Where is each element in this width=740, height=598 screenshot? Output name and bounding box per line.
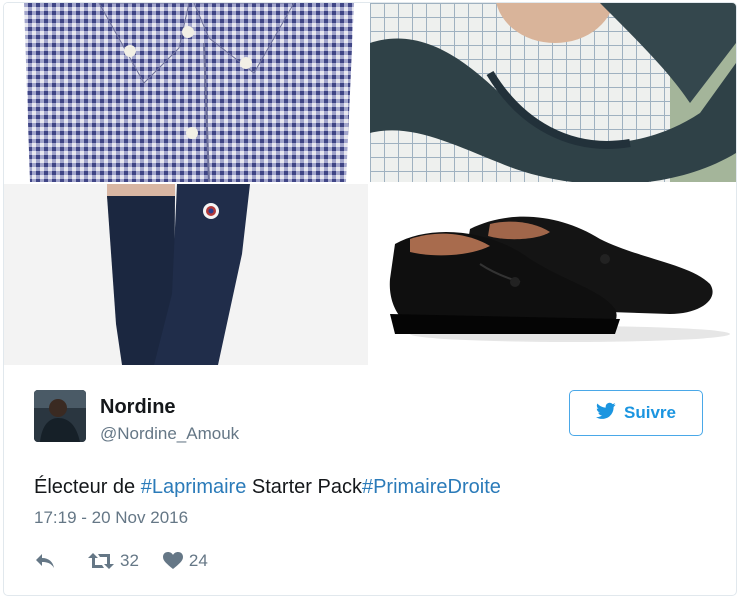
user-display-name[interactable]: Nordine — [100, 396, 176, 419]
hashtag-laprimaire[interactable]: #Laprimaire — [141, 476, 247, 498]
tweet-actions: 32 24 — [34, 549, 208, 573]
tweet-text-part: Électeur de — [34, 476, 141, 498]
media-photo-sweater[interactable] — [370, 3, 736, 182]
media-photo-shirt[interactable] — [4, 3, 368, 182]
user-handle[interactable]: @Nordine_Amouk — [100, 424, 239, 444]
twitter-bird-icon — [596, 402, 616, 425]
media-photo-socks[interactable] — [4, 184, 368, 365]
heart-icon — [162, 552, 183, 570]
follow-button[interactable]: Suivre — [569, 390, 703, 436]
tweet-text: Électeur de #Laprimaire Starter Pack#Pri… — [34, 476, 501, 499]
media-grid — [4, 3, 736, 365]
like-count: 24 — [188, 551, 208, 570]
retweet-icon — [88, 552, 114, 570]
reply-button[interactable] — [34, 552, 56, 570]
tweet-body: Nordine @Nordine_Amouk Suivre Électeur d… — [4, 366, 736, 595]
reply-icon — [34, 552, 56, 570]
follow-button-label: Suivre — [624, 403, 676, 422]
tweet-card: Nordine @Nordine_Amouk Suivre Électeur d… — [3, 2, 737, 596]
tweet-timestamp[interactable]: 17:19 - 20 Nov 2016 — [34, 508, 188, 528]
hashtag-primairedroite[interactable]: #PrimaireDroite — [362, 476, 501, 498]
avatar[interactable] — [34, 390, 86, 442]
retweet-button[interactable]: 32 — [88, 551, 139, 571]
media-photo-loafers[interactable] — [370, 184, 736, 365]
retweet-count: 32 — [120, 551, 139, 570]
like-button[interactable]: 24 — [162, 551, 208, 571]
tweet-text-part: Starter Pack — [246, 476, 362, 498]
